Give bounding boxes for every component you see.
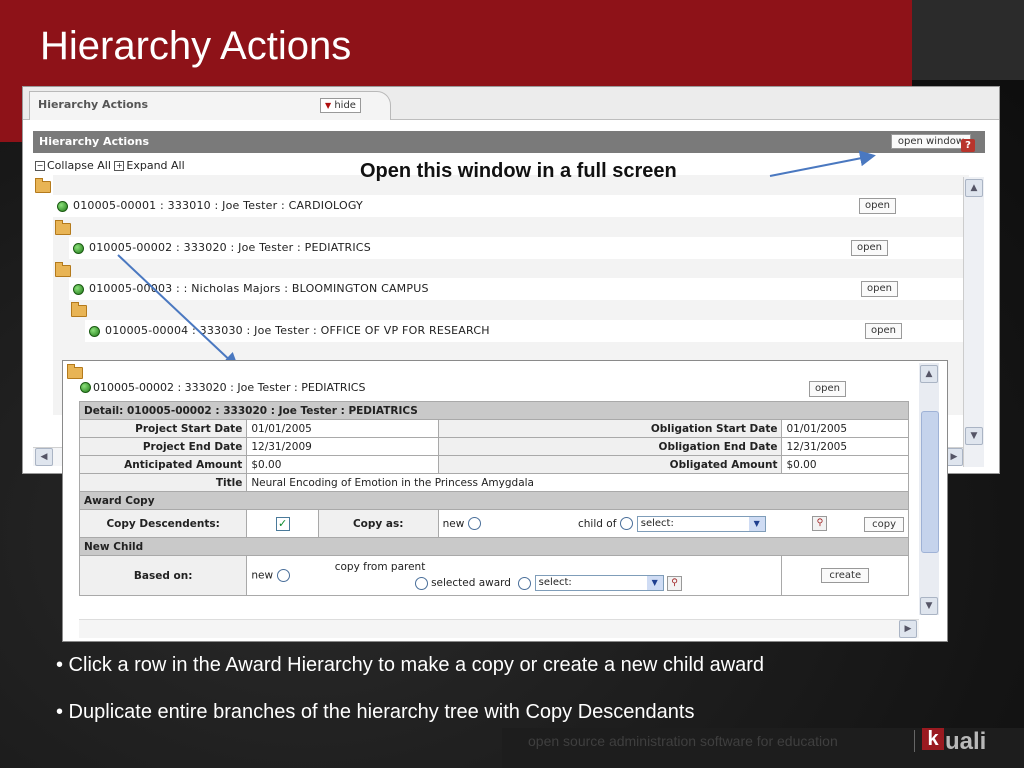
copy-from-parent-label: copy from parent [334, 561, 426, 573]
project-start-value: 01/01/2005 [246, 419, 439, 438]
field-label: Title [78, 473, 248, 492]
project-end-value: 12/31/2009 [246, 437, 439, 456]
field-label: Obligation Start Date [437, 419, 783, 438]
detail-node-label: 010005-00002 : 333020 : Joe Tester : PED… [93, 381, 366, 394]
create-button[interactable]: create [821, 568, 870, 583]
copy-descendents-label: Copy Descendents: [78, 509, 248, 538]
obligated-value: $0.00 [781, 455, 909, 474]
new-label: new [442, 517, 465, 530]
detail-horizontal-scrollbar[interactable]: ▶ [79, 619, 919, 638]
scroll-thumb[interactable] [921, 411, 939, 553]
copy-descendents-checkbox[interactable]: ✓ [275, 516, 290, 531]
arrow-to-open-window [769, 150, 876, 177]
kuali-logo: k uali [922, 728, 986, 756]
scroll-up-icon[interactable]: ▲ [920, 365, 938, 383]
select-radio[interactable] [518, 576, 532, 590]
open-button[interactable]: open [809, 381, 846, 397]
node-icon [80, 382, 91, 393]
field-label: Obligation End Date [437, 437, 783, 456]
logo-mark: k [922, 728, 944, 750]
selected-award-radio[interactable] [414, 576, 428, 590]
copy-button[interactable]: copy [864, 516, 904, 532]
create-cell: create [781, 555, 909, 596]
anticipated-value: $0.00 [246, 455, 439, 474]
detail-table: Detail: 010005-00002 : 333020 : Joe Test… [78, 401, 910, 596]
selected-award-label: selected award [431, 577, 511, 589]
detail-node-row[interactable]: 010005-00002 : 333020 : Joe Tester : PED… [77, 381, 846, 397]
new-label: new [251, 569, 274, 582]
folder-icon[interactable] [67, 364, 83, 379]
field-label: Obligated Amount [437, 455, 783, 474]
detail-vertical-scrollbar[interactable]: ▲ ▼ [919, 363, 939, 615]
field-label: Project Start Date [78, 419, 248, 438]
obligation-start-value: 01/01/2005 [781, 419, 909, 438]
child-of-label: child of [578, 517, 617, 530]
based-on-label: Based on: [78, 555, 248, 596]
copy-as-options: new child of select: ⚲ copy [437, 509, 910, 538]
scroll-down-icon[interactable]: ▼ [920, 597, 938, 615]
child-of-select[interactable]: select: [636, 515, 766, 532]
detail-header: Detail: 010005-00002 : 333020 : Joe Test… [79, 401, 909, 420]
lookup-icon[interactable]: ⚲ [812, 516, 828, 531]
lookup-icon[interactable]: ⚲ [667, 575, 683, 591]
copy-descendents-cell: ✓ [246, 509, 319, 538]
based-on-options: new copy from parent selected award sele… [246, 555, 783, 596]
field-label: Project End Date [78, 437, 248, 456]
child-of-radio[interactable] [620, 517, 634, 530]
new-child-section: New Child [79, 537, 909, 556]
obligation-end-value: 12/31/2005 [781, 437, 909, 456]
award-copy-section: Award Copy [79, 491, 909, 510]
logo-text: uali [945, 728, 987, 755]
footer-tagline: open source administration software for … [528, 733, 838, 749]
bullet-2: • Duplicate entire branches of the hiera… [56, 701, 695, 723]
footer-divider [914, 730, 915, 752]
field-label: Anticipated Amount [78, 455, 248, 474]
based-on-new-radio[interactable] [277, 569, 291, 582]
arrow-to-detail [117, 254, 239, 369]
title-value: Neural Encoding of Emotion in the Prince… [246, 473, 909, 492]
scroll-right-icon[interactable]: ▶ [899, 620, 917, 638]
detail-panel: 010005-00002 : 333020 : Joe Tester : PED… [62, 360, 948, 642]
selected-award-select[interactable]: select: [534, 575, 664, 591]
copy-from-parent-group: copy from parent selected award select: … [334, 560, 683, 591]
bullet-1: • Click a row in the Award Hierarchy to … [56, 654, 765, 676]
copy-as-label: Copy as: [317, 509, 439, 538]
new-radio[interactable] [468, 517, 482, 530]
